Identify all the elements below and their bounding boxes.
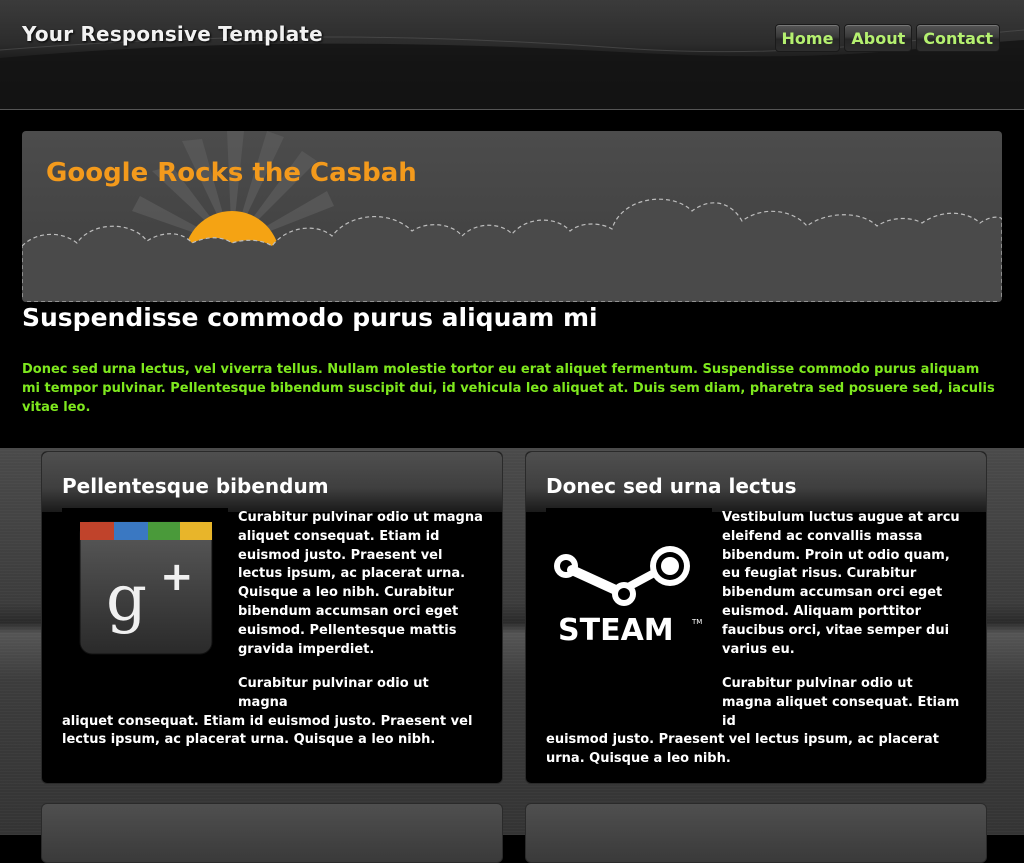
card-text-indent: Curabitur pulvinar odio ut magna <box>238 676 429 710</box>
card-donec: Donec sed urna lectus STEAM TM Vestibulu… <box>525 451 987 784</box>
steam-logo-icon: STEAM TM <box>554 546 702 648</box>
hero-title: Google Rocks the Casbah <box>46 158 417 188</box>
header-wave-decoration <box>0 29 1024 109</box>
nav-about-link[interactable]: About <box>844 24 913 52</box>
card-body-text-2: Curabitur pulvinar odio ut magna aliquet… <box>62 675 482 750</box>
site-title[interactable]: Your Responsive Template <box>22 22 323 46</box>
card-text-rest: euismod justo. Praesent vel lectus ipsum… <box>546 732 939 767</box>
svg-text:g: g <box>106 562 147 636</box>
content-area: Pellentesque bibendum g + Curabitur pulv… <box>0 448 1024 863</box>
card-partial-right <box>525 803 987 863</box>
page-heading: Suspendisse commodo purus aliquam mi <box>22 303 598 332</box>
card-pellentesque: Pellentesque bibendum g + Curabitur pulv… <box>41 451 503 784</box>
hero-banner: Google Rocks the Casbah <box>22 131 1002 302</box>
site-header: Your Responsive Template Home About Cont… <box>0 0 1024 110</box>
card-image: STEAM TM <box>546 508 712 656</box>
card-body-text-2: Curabitur pulvinar odio ut magna aliquet… <box>546 675 966 769</box>
card-title: Pellentesque bibendum <box>62 474 329 498</box>
card-body-text: Curabitur pulvinar odio ut magna aliquet… <box>238 510 483 657</box>
intro-paragraph: Donec sed urna lectus, vel viverra tellu… <box>22 362 995 415</box>
nav-home-link[interactable]: Home <box>774 24 841 52</box>
card-body-text: Vestibulum luctus augue at arcu eleifend… <box>722 510 960 657</box>
svg-text:TM: TM <box>691 618 702 626</box>
steam-wordmark: STEAM <box>558 613 674 648</box>
nav-contact-link[interactable]: Contact <box>916 24 1000 52</box>
google-plus-icon: g + <box>79 521 213 655</box>
card-text-rest: aliquet consequat. Etiam id euismod just… <box>62 713 473 748</box>
card-image: g + <box>62 508 228 656</box>
card-title: Donec sed urna lectus <box>546 474 797 498</box>
hero-sunrise-illustration <box>22 131 1002 302</box>
svg-text:+: + <box>160 554 194 600</box>
main-nav: Home About Contact <box>774 24 1000 52</box>
card-partial-left <box>41 803 503 863</box>
card-text-indent: Curabitur pulvinar odio ut magna aliquet… <box>722 676 960 729</box>
